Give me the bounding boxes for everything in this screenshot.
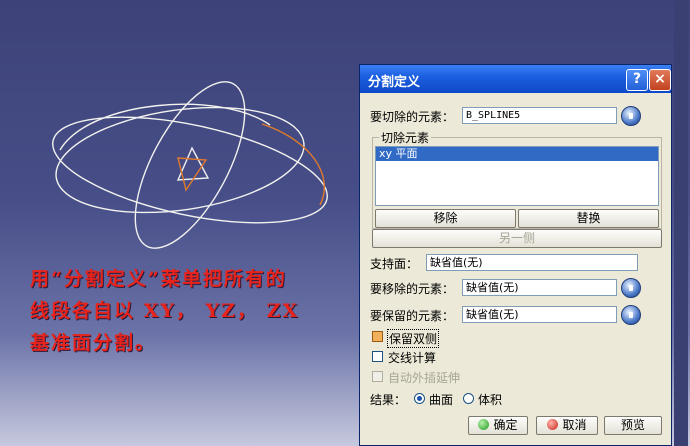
ok-label: 确定 [493, 418, 518, 432]
curve-ellipse-1 [55, 106, 305, 214]
result-volume-label: 体积 [478, 393, 503, 407]
caption-line-1: 用“分割定义”菜单把所有的 [30, 268, 287, 290]
star-triangle-b [177, 157, 208, 192]
dialog-titlebar[interactable]: 分割定义 ? × [360, 65, 671, 93]
intersection-label: 交线计算 [388, 351, 437, 365]
caption-line-3: 基准面分割。 [30, 332, 157, 354]
cutting-group-label: 切除元素 [379, 129, 432, 146]
dialog-title: 分割定义 [368, 75, 421, 90]
caption-line-2: 线段各自以 XY， YZ， ZX [30, 300, 300, 322]
split-definition-dialog: 分割定义 ? × 要切除的元素： B_SPLINE5 切除元素 xy 平面 移除… [359, 64, 672, 446]
cutting-elements-group: 切除元素 xy 平面 移除 替换 [372, 129, 662, 229]
pick-keep-icon[interactable] [621, 305, 641, 325]
to-remove-label: 要移除的元素： [370, 282, 455, 296]
result-label: 结果： [370, 393, 407, 407]
support-field[interactable]: 缺省值(无) [426, 254, 638, 271]
cancel-label: 取消 [562, 418, 587, 432]
replace-button[interactable]: 替换 [518, 209, 659, 228]
cut-element-label: 要切除的元素： [370, 110, 455, 124]
curve-spline-orange [261, 123, 325, 206]
auto-extrapolate-checkbox[interactable] [372, 371, 383, 382]
other-side-button[interactable]: 另一侧 [372, 229, 662, 248]
pick-cut-element-icon[interactable] [621, 106, 641, 126]
to-remove-field[interactable]: 缺省值(无) [462, 279, 617, 296]
pick-remove-icon[interactable] [621, 278, 641, 298]
help-button[interactable]: ? [626, 69, 648, 91]
intersection-checkbox[interactable] [372, 351, 383, 362]
support-label: 支持面： [370, 257, 419, 271]
cancel-icon [547, 419, 559, 430]
cutting-elements-list[interactable]: xy 平面 [375, 146, 659, 206]
result-surface-radio[interactable] [414, 393, 425, 404]
to-keep-label: 要保留的元素： [370, 309, 455, 323]
ok-button[interactable]: 确定 [468, 416, 528, 435]
preview-button[interactable]: 预览 [604, 416, 662, 435]
curve-ellipse-3 [134, 81, 246, 249]
list-item[interactable]: xy 平面 [376, 147, 658, 161]
cancel-button[interactable]: 取消 [536, 416, 598, 435]
right-edge-strip [674, 0, 688, 446]
cut-element-field[interactable]: B_SPLINE5 [462, 107, 617, 124]
keep-both-checkbox[interactable] [372, 331, 383, 342]
to-keep-field[interactable]: 缺省值(无) [462, 306, 617, 323]
close-button[interactable]: × [649, 69, 671, 91]
ok-icon [478, 419, 490, 430]
curve-ellipse-2 [52, 116, 328, 224]
auto-extrapolate-label: 自动外插延伸 [388, 371, 461, 385]
remove-button[interactable]: 移除 [375, 209, 516, 228]
keep-both-label: 保留双侧 [387, 329, 440, 348]
result-surface-label: 曲面 [429, 393, 454, 407]
result-volume-radio[interactable] [463, 393, 474, 404]
